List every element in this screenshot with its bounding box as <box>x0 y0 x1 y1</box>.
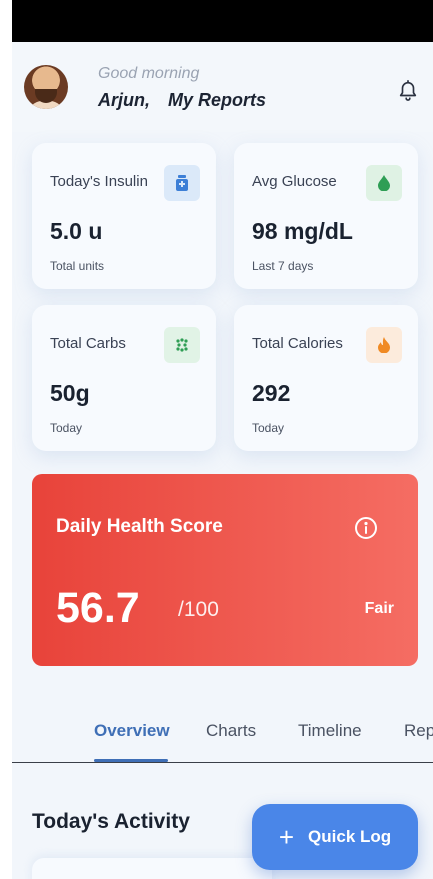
stat-subtitle: Today <box>50 421 83 435</box>
stat-subtitle: Today <box>252 421 285 435</box>
user-name: Arjun, <box>98 89 150 110</box>
stat-value: 5.0 u <box>50 218 103 244</box>
health-score-value: 56.7 <box>56 584 140 632</box>
stat-value: 98 mg/dL <box>252 218 353 244</box>
plus-icon: + <box>278 822 295 852</box>
tab-reports[interactable]: Rep <box>404 721 433 741</box>
blood-drop-icon <box>366 165 402 201</box>
health-score-rating: Fair <box>364 600 394 617</box>
greeting-block: Good morning Arjun, My Reports <box>98 64 266 111</box>
bell-icon[interactable] <box>397 78 419 102</box>
user-avatar[interactable] <box>24 65 68 109</box>
status-bar <box>12 0 433 42</box>
activity-card[interactable] <box>32 858 272 879</box>
stat-value: 292 <box>252 380 291 406</box>
page-title: My Reports <box>168 89 267 110</box>
active-tab-indicator <box>94 759 168 762</box>
flame-icon <box>366 327 402 363</box>
stat-card-insulin[interactable]: Today's Insulin 5.0 u Total units <box>32 143 216 289</box>
tab-overview[interactable]: Overview <box>94 721 170 741</box>
stat-subtitle: Last 7 days <box>252 259 314 273</box>
stat-card-carbs[interactable]: Total Carbs 50g Today <box>32 305 216 451</box>
section-title: Today's Activity <box>32 810 190 833</box>
info-icon[interactable] <box>354 516 378 540</box>
health-score-card[interactable]: Daily Health Score 56.7 /100 Fair <box>32 474 418 666</box>
tab-bar: Overview Charts Timeline Rep <box>12 715 433 763</box>
quick-log-label: Quick Log <box>308 827 392 846</box>
header: Good morning Arjun, My Reports <box>12 42 433 132</box>
greeting-title: Arjun, My Reports <box>98 90 266 111</box>
tab-charts[interactable]: Charts <box>206 721 256 741</box>
stat-subtitle: Total units <box>50 259 105 273</box>
health-score-title: Daily Health Score <box>56 516 223 537</box>
stat-card-calories[interactable]: Total Calories 292 Today <box>234 305 418 451</box>
insulin-vial-icon <box>164 165 200 201</box>
grain-icon <box>164 327 200 363</box>
quick-log-button[interactable]: + Quick Log <box>252 804 418 870</box>
greeting-text: Good morning <box>98 64 200 82</box>
app-screen: Good morning Arjun, My Reports Today's In… <box>12 0 433 879</box>
stats-grid: Today's Insulin 5.0 u Total units Avg Gl… <box>32 143 418 451</box>
stat-value: 50g <box>50 380 90 406</box>
tab-timeline[interactable]: Timeline <box>298 721 362 741</box>
stat-card-glucose[interactable]: Avg Glucose 98 mg/dL Last 7 days <box>234 143 418 289</box>
health-score-max: /100 <box>178 598 219 621</box>
